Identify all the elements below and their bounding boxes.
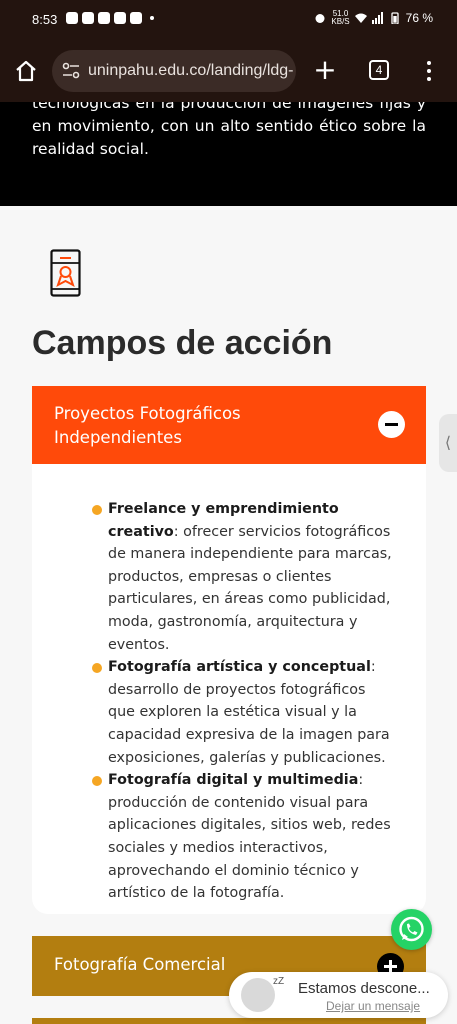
item-desc: : producción de contenido visual para ap… bbox=[108, 772, 391, 902]
whatsapp-icon bbox=[399, 916, 424, 942]
url-text[interactable]: uninpahu.edu.co/landing/ldg- bbox=[88, 62, 294, 80]
battery-icon bbox=[390, 12, 399, 24]
new-tab-icon[interactable]: + bbox=[312, 56, 338, 84]
messenger-icon bbox=[98, 12, 110, 24]
campos-section: Campos de acción Proyectos Fotográficos … bbox=[0, 206, 457, 1024]
wifi-icon bbox=[354, 13, 367, 23]
home-icon[interactable] bbox=[14, 59, 38, 83]
battery-level: 76 % bbox=[405, 11, 433, 25]
bullet-icon bbox=[92, 505, 102, 515]
hero-description: tecnológicas en la producción de imágene… bbox=[0, 102, 457, 206]
sleep-icon: zZ bbox=[273, 976, 285, 987]
more-notifications-icon bbox=[150, 16, 154, 20]
overflow-menu-icon[interactable] bbox=[424, 59, 434, 83]
site-settings-icon[interactable] bbox=[62, 62, 80, 80]
system-icons: 51.0 KB/S 76 % bbox=[314, 10, 433, 26]
item-term: Fotografía artística y conceptual bbox=[108, 659, 371, 676]
accordion-proyectos: Proyectos Fotográficos Independientes Fr… bbox=[32, 386, 426, 914]
item-desc: : ofrecer servicios fotográficos de mane… bbox=[108, 523, 392, 653]
agent-avatar bbox=[241, 978, 275, 1012]
bullet-icon bbox=[92, 663, 102, 674]
accordion-body: Freelance y emprendimiento creativo: ofr… bbox=[32, 464, 426, 914]
list-item: Fotografía digital y multimedia: producc… bbox=[92, 769, 394, 905]
hero-text: tecnológicas en la producción de imágene… bbox=[32, 102, 426, 158]
field-list: Freelance y emprendimiento creativo: ofr… bbox=[92, 498, 394, 905]
accordion-label: Fotografía Comercial bbox=[54, 955, 226, 974]
youtube-icon bbox=[130, 12, 142, 24]
bullet-icon bbox=[92, 776, 102, 787]
tab-switcher-button[interactable]: 4 bbox=[369, 60, 389, 80]
whatsapp-notif-icon bbox=[82, 12, 94, 24]
chat-status: Estamos descone... bbox=[298, 980, 430, 997]
item-term: Fotografía digital y multimedia bbox=[108, 772, 359, 789]
net-speed: 51.0 KB/S bbox=[331, 9, 350, 26]
status-bar: 8:53 51.0 KB/S 76 % bbox=[0, 0, 457, 40]
collapse-icon[interactable] bbox=[378, 411, 405, 438]
certificate-icon bbox=[50, 249, 81, 297]
alarm-icon bbox=[315, 14, 325, 23]
accordion-header-proyectos[interactable]: Proyectos Fotográficos Independientes bbox=[32, 386, 426, 464]
browser-toolbar: uninpahu.edu.co/landing/ldg- + 4 bbox=[0, 40, 457, 102]
address-bar[interactable]: uninpahu.edu.co/landing/ldg- bbox=[52, 50, 296, 92]
signal-icon bbox=[371, 12, 383, 24]
recycle-icon bbox=[114, 12, 126, 24]
chat-widget[interactable]: zZ Estamos descone... Dejar un mensaje bbox=[229, 972, 448, 1018]
snapchat-icon bbox=[66, 12, 78, 24]
status-time: 8:53 bbox=[32, 12, 58, 27]
side-panel-handle[interactable]: ⟨ bbox=[439, 414, 457, 472]
list-item: Fotografía artística y conceptual: desar… bbox=[92, 656, 394, 769]
whatsapp-button[interactable] bbox=[391, 909, 432, 950]
notification-icons bbox=[66, 12, 154, 24]
accordion-label: Proyectos Fotográficos Independientes bbox=[54, 404, 241, 447]
accordion-next[interactable] bbox=[32, 1018, 426, 1024]
list-item: Freelance y emprendimiento creativo: ofr… bbox=[92, 498, 394, 656]
section-title: Campos de acción bbox=[32, 324, 333, 362]
leave-message-link[interactable]: Dejar un mensaje bbox=[326, 999, 420, 1013]
